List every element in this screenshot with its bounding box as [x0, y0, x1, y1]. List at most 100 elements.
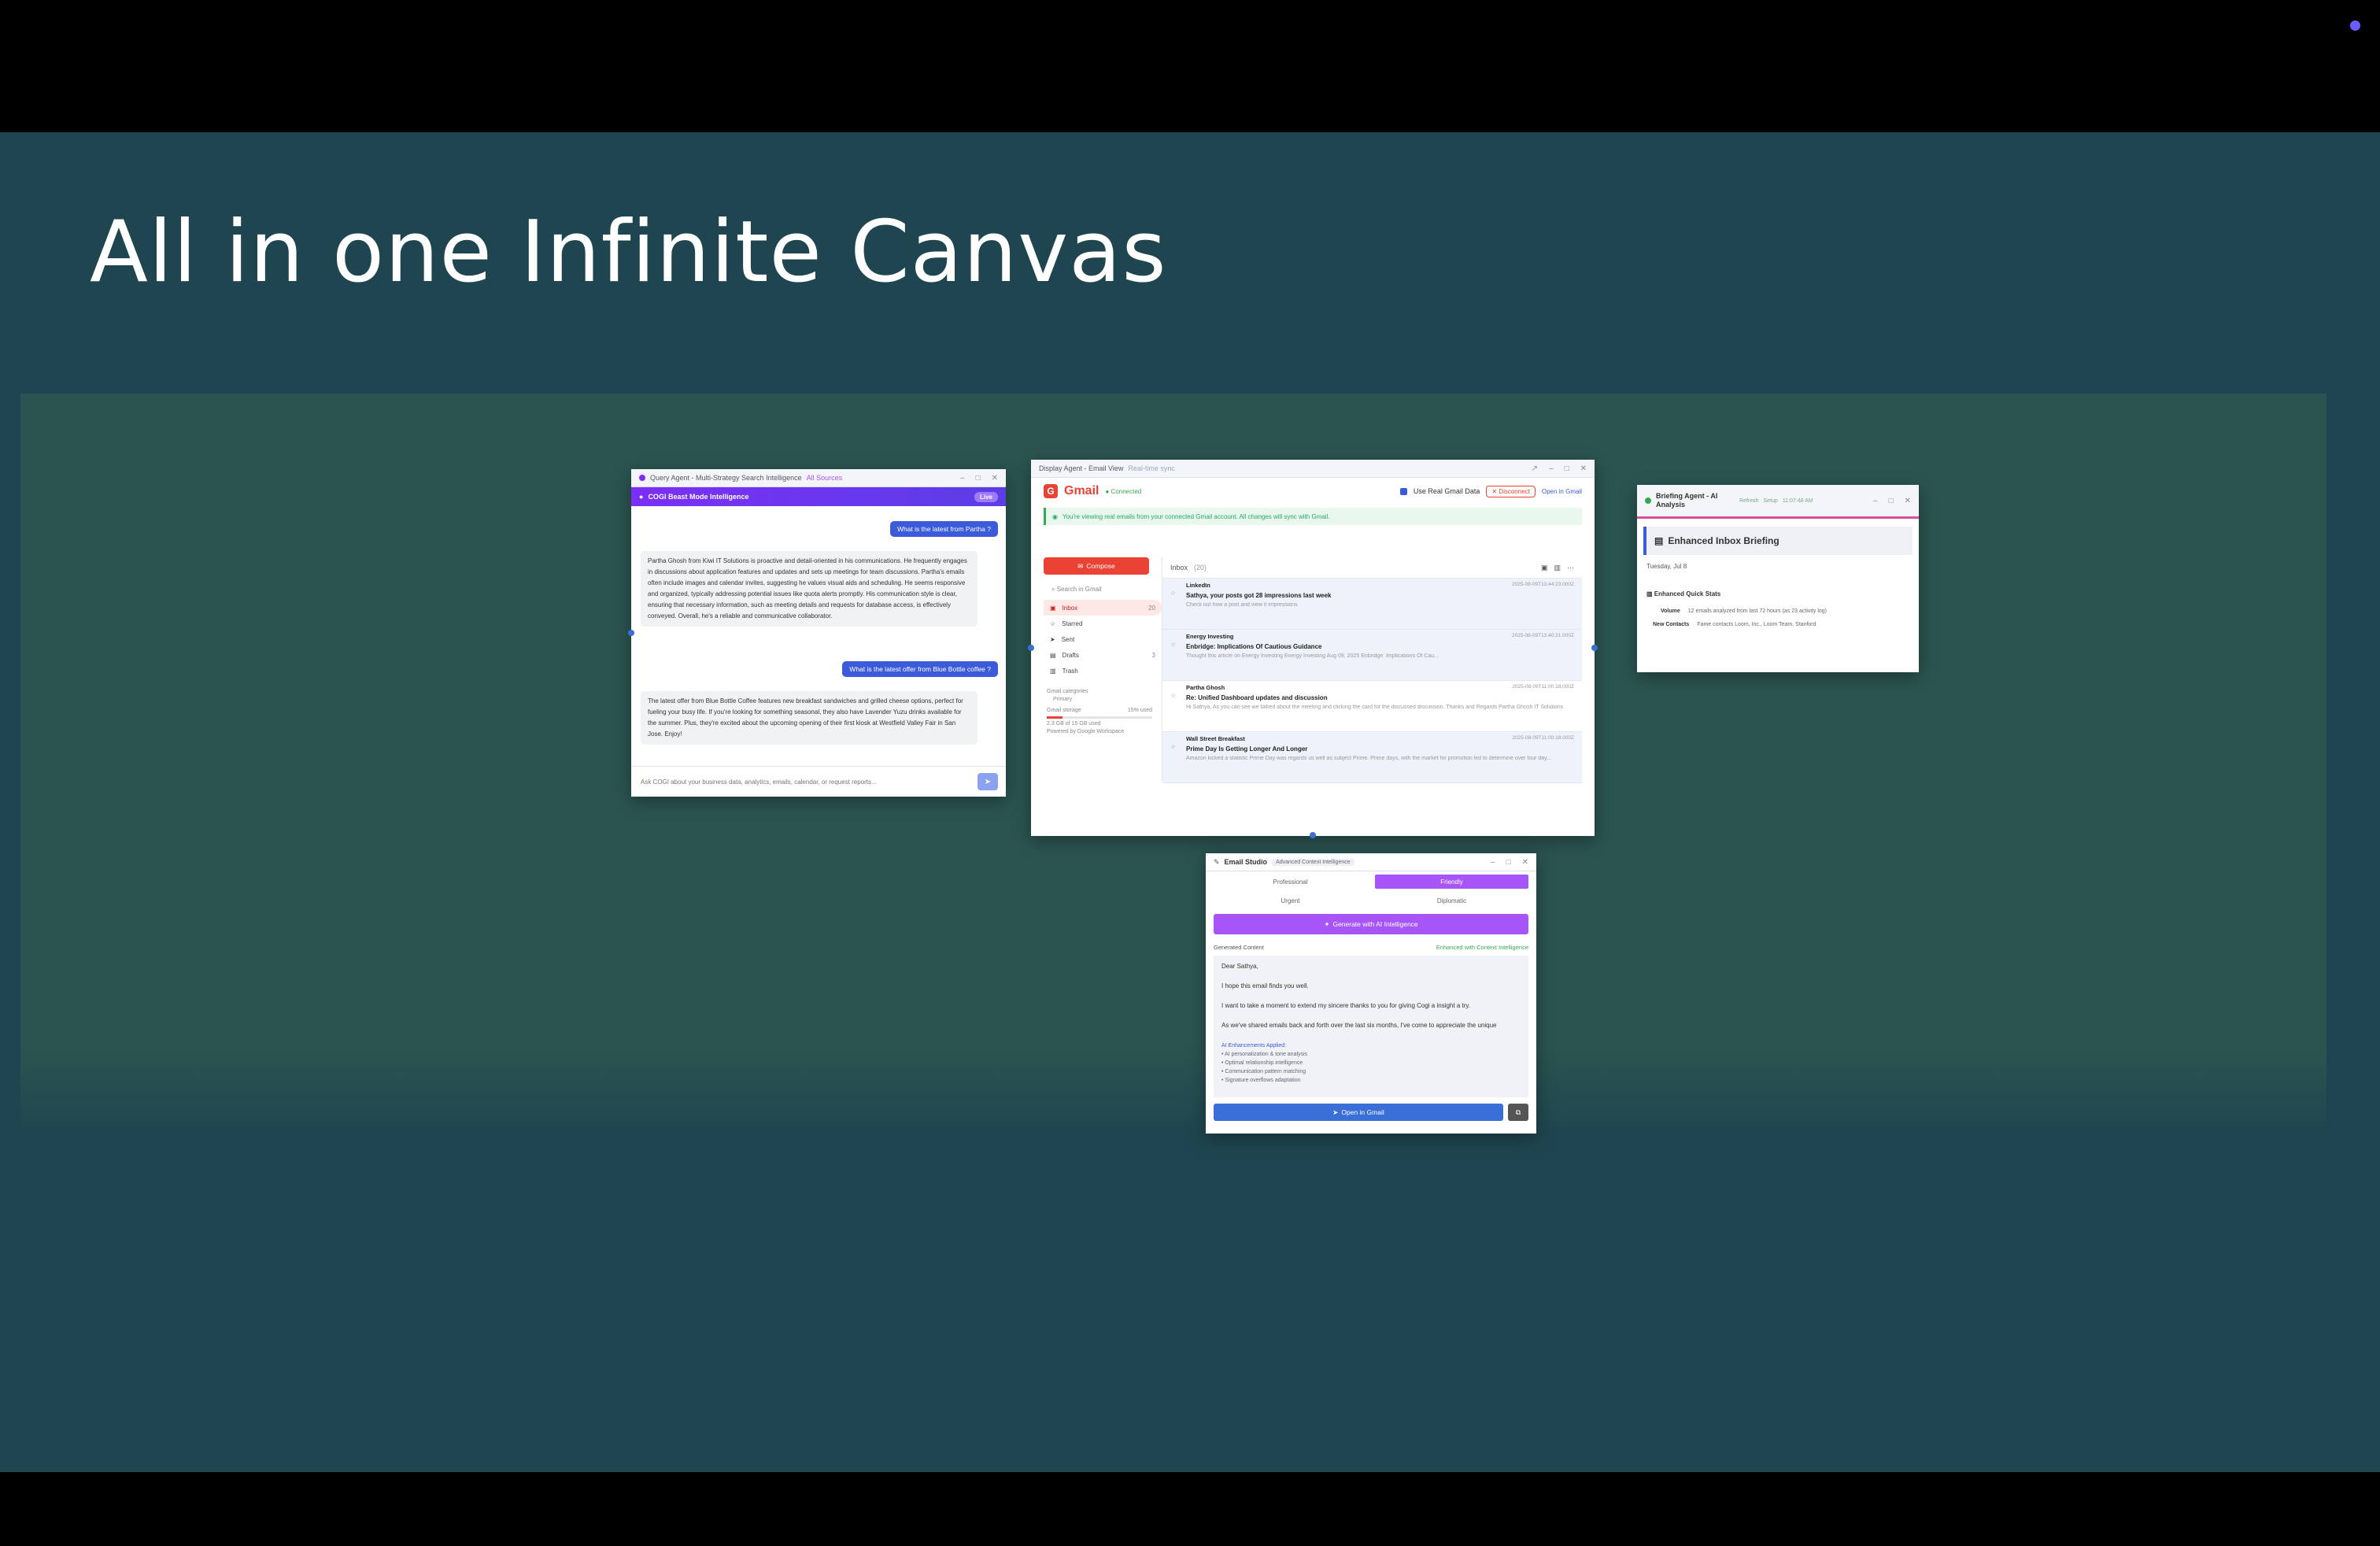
- more-icon[interactable]: ⋯: [1567, 564, 1574, 572]
- disconnect-button[interactable]: ✕ Disconnect: [1486, 485, 1536, 497]
- open-in-gmail-button[interactable]: ➤ Open in Gmail: [1214, 1104, 1503, 1121]
- star-icon[interactable]: ☆: [1170, 633, 1180, 677]
- brief-time: 11:07:48 AM: [1782, 497, 1813, 504]
- sidebar-item-inbox[interactable]: ▣ Inbox 20: [1044, 600, 1162, 616]
- agent-icon: [639, 475, 645, 481]
- send-button[interactable]: ➤: [978, 773, 998, 790]
- maximize-icon[interactable]: □: [976, 474, 981, 483]
- list-count: (20): [1194, 564, 1207, 571]
- letterbox-bottom: [0, 1472, 2380, 1546]
- email-row[interactable]: ☆ Partha Ghosh 2025-08-09T11:00:18.000Z Re:…: [1162, 681, 1582, 732]
- email-row[interactable]: ☆ Wall Street Breakfast 2025-08-09T11:00:1…: [1162, 732, 1582, 783]
- sidebar-item-drafts[interactable]: ▤ Drafts 3: [1044, 647, 1162, 663]
- brief-titlebar[interactable]: Briefing Agent - AI Analysis Refresh Set…: [1637, 485, 1919, 519]
- email-row[interactable]: ☆ LinkedIn 2025-08-09T13:44:23.000Z Sathya,…: [1162, 579, 1582, 630]
- generate-button[interactable]: ✦ Generate with AI Intelligence: [1214, 914, 1528, 934]
- gmail-window-title: Display Agent - Email View: [1039, 464, 1124, 472]
- query-agent-window[interactable]: Query Agent - Multi-Strategy Search Inte…: [631, 469, 1006, 797]
- maximize-icon[interactable]: □: [1506, 858, 1511, 867]
- close-icon[interactable]: ✕: [1905, 497, 1911, 505]
- nav-label: Trash: [1062, 667, 1078, 675]
- close-icon[interactable]: ✕: [1580, 464, 1587, 473]
- copy-button[interactable]: ⧉: [1508, 1104, 1528, 1121]
- draft-icon: ▤: [1050, 651, 1056, 659]
- gmail-search[interactable]: ⌕ Search in Gmail: [1044, 586, 1162, 600]
- draft-line: I hope this email finds you well.: [1221, 982, 1309, 989]
- resize-handle[interactable]: [1591, 645, 1598, 651]
- minimize-icon[interactable]: –: [1491, 858, 1495, 867]
- stat-label: Volume: [1661, 608, 1680, 614]
- resize-handle[interactable]: [1028, 645, 1034, 651]
- compose-button[interactable]: ✉ Compose: [1044, 557, 1149, 575]
- chat-input[interactable]: [639, 777, 971, 786]
- email-subject: Re: Unified Dashboard updates and discus…: [1186, 694, 1328, 701]
- chat-input-row: ➤: [631, 766, 1006, 797]
- nav-label: Inbox: [1062, 604, 1078, 612]
- send-icon: ➤: [1050, 635, 1055, 643]
- sidebar-item-starred[interactable]: ☆ Starred: [1044, 616, 1162, 631]
- briefing-agent-window[interactable]: Briefing Agent - AI Analysis Refresh Set…: [1637, 485, 1919, 672]
- assistant-message: The latest offer from Blue Bottle Coffee…: [641, 691, 978, 745]
- search-icon: ⌕: [1051, 586, 1055, 593]
- maximize-icon[interactable]: □: [1565, 464, 1569, 473]
- letterbox-top: [0, 0, 2380, 132]
- email-date: 2025-08-09T13:44:23.000Z: [1511, 582, 1574, 587]
- sidebar-item-sent[interactable]: ➤ Sent: [1044, 631, 1162, 647]
- external-link-icon[interactable]: ↗: [1532, 464, 1538, 473]
- resize-handle[interactable]: [1310, 832, 1316, 838]
- email-subject: Prime Day Is Getting Longer And Longer: [1186, 745, 1308, 753]
- archive-icon[interactable]: ▣: [1541, 564, 1548, 572]
- email-sender: Wall Street Breakfast: [1186, 735, 1245, 742]
- minimize-icon[interactable]: –: [960, 474, 965, 483]
- inbox-icon: ▣: [1050, 604, 1056, 612]
- pencil-icon: ✎: [1214, 857, 1220, 866]
- briefing-card: ▤ Enhanced Inbox Briefing: [1643, 527, 1913, 555]
- delete-icon[interactable]: ▥: [1554, 564, 1561, 572]
- star-icon[interactable]: ☆: [1170, 684, 1180, 728]
- tone-professional[interactable]: Professional: [1214, 875, 1367, 889]
- sparkle-icon: ✦: [1324, 919, 1330, 928]
- gmail-titlebar[interactable]: Display Agent - Email View Real-time syn…: [1031, 460, 1595, 478]
- nav-label: Starred: [1062, 620, 1083, 627]
- email-preview: Check out how a post and view it impress…: [1186, 602, 1298, 608]
- setup-button[interactable]: Setup: [1764, 498, 1778, 504]
- tone-urgent[interactable]: Urgent: [1214, 893, 1367, 908]
- trash-icon: ▥: [1050, 667, 1056, 675]
- star-icon[interactable]: ☆: [1170, 582, 1180, 626]
- email-content: LinkedIn 2025-08-09T13:44:23.000Z Sathya, …: [1186, 582, 1574, 626]
- generated-draft[interactable]: Dear Sathya, I hope this email finds you…: [1214, 956, 1528, 1097]
- send-icon: ➤: [984, 777, 992, 786]
- close-icon[interactable]: ✕: [1522, 858, 1528, 867]
- stat-value: 12 emails analyzed from last 72 hours (a…: [1687, 608, 1828, 614]
- resize-handle[interactable]: [628, 630, 634, 636]
- use-real-data-checkbox[interactable]: [1399, 487, 1407, 495]
- open-in-gmail-link[interactable]: Open in Gmail: [1542, 488, 1582, 495]
- categories-item[interactable]: Primary: [1047, 696, 1162, 704]
- stat-value: Fame contacts Loom, Inc., Loom Team, Sta…: [1697, 622, 1816, 627]
- minimize-icon[interactable]: –: [1549, 464, 1554, 473]
- close-icon[interactable]: ✕: [992, 474, 998, 483]
- refresh-button[interactable]: Refresh: [1739, 498, 1759, 504]
- display-agent-window[interactable]: Display Agent - Email View Real-time syn…: [1031, 460, 1595, 836]
- email-subject: Enbridge: Implications Of Cautious Guida…: [1186, 643, 1322, 650]
- studio-tag: Advanced Context Intelligence: [1272, 858, 1354, 866]
- email-studio-window[interactable]: ✎ Email Studio Advanced Context Intellig…: [1206, 853, 1536, 1134]
- maximize-icon[interactable]: □: [1889, 497, 1894, 505]
- chat-sources-badge[interactable]: All Sources: [807, 474, 843, 482]
- minimize-icon[interactable]: –: [1873, 497, 1878, 505]
- tone-diplomatic[interactable]: Diplomatic: [1375, 893, 1528, 908]
- studio-titlebar[interactable]: ✎ Email Studio Advanced Context Intellig…: [1206, 853, 1536, 871]
- chat-titlebar[interactable]: Query Agent - Multi-Strategy Search Inte…: [631, 469, 1006, 487]
- open-label: Open in Gmail: [1341, 1108, 1384, 1116]
- sidebar-item-trash[interactable]: ▥ Trash: [1044, 663, 1162, 679]
- tone-friendly[interactable]: Friendly: [1375, 875, 1528, 889]
- categories-label: Gmail categories: [1047, 689, 1088, 694]
- user-message: What is the latest from Partha ?: [889, 521, 998, 537]
- agent-icon: [1645, 497, 1651, 504]
- live-pill: Live: [974, 491, 998, 502]
- enhancement-item: • Optimal relationship intelligence: [1221, 1060, 1303, 1066]
- gmail-logo-icon: G: [1044, 484, 1058, 498]
- star-icon[interactable]: ☆: [1170, 735, 1180, 779]
- email-row[interactable]: ☆ Energy Investing 2025-08-09T13:40:21.000…: [1162, 630, 1582, 681]
- chart-icon: ▥: [1646, 590, 1654, 597]
